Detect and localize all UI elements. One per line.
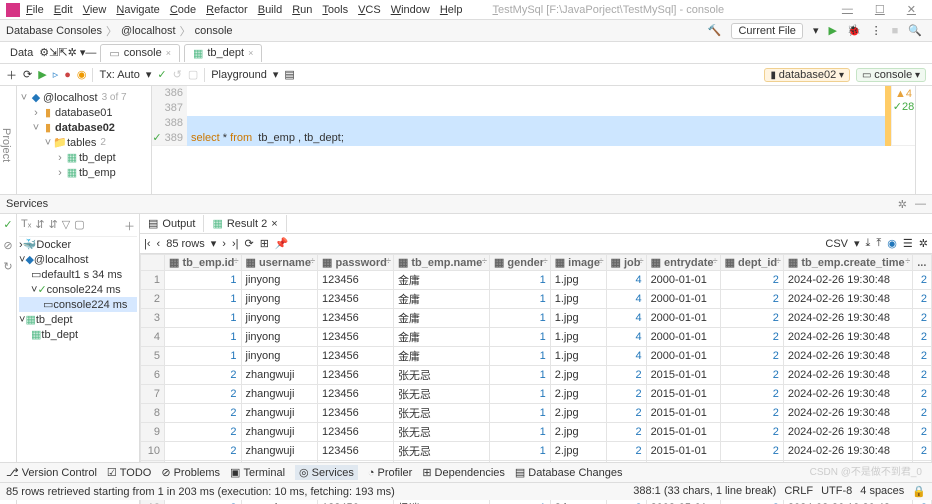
rowcount: 85 rows (166, 238, 205, 250)
services-tool[interactable]: ◎ Services (295, 465, 358, 480)
menu-view[interactable]: View (83, 4, 107, 16)
problems-tool[interactable]: ⊘ Problems (161, 466, 220, 479)
next-icon[interactable]: › (222, 238, 226, 250)
services-title: Services (6, 198, 48, 210)
svc-hide-icon[interactable]: — (915, 198, 926, 211)
menu-navigate[interactable]: Navigate (116, 4, 159, 16)
filter-icon[interactable]: ⚙ (39, 46, 49, 59)
svc-refresh-icon[interactable]: ↻ (3, 260, 12, 273)
encoding[interactable]: UTF-8 (821, 485, 852, 498)
menu-help[interactable]: Help (440, 4, 463, 16)
maximize-icon[interactable]: ☐ (875, 3, 885, 16)
data-label: Data (4, 45, 39, 61)
svc-settings-icon[interactable]: ✲ (898, 198, 907, 211)
breadcrumb-a[interactable]: Database Consoles (6, 25, 102, 37)
docker-node[interactable]: Docker (36, 239, 71, 251)
last-icon[interactable]: ›| (232, 238, 239, 250)
console-result[interactable]: console (53, 299, 91, 311)
dbchanges-tool[interactable]: ▤ Database Changes (515, 466, 623, 479)
menu-run[interactable]: Run (292, 4, 312, 16)
todo-tool[interactable]: ☑ TODO (107, 466, 151, 479)
watermark: CSDN @不是做不到君_0 (810, 463, 922, 478)
breadcrumb-c[interactable]: console (195, 25, 233, 37)
vc-tool[interactable]: ⎇ Version Control (6, 466, 97, 479)
inspect-ok[interactable]: ✓28 (892, 100, 915, 113)
step-icon[interactable]: ▹ (53, 68, 59, 81)
indent[interactable]: 4 spaces (860, 485, 904, 498)
expand-icon[interactable]: ⇲ (49, 46, 58, 59)
tab-tbdept[interactable]: ▦tb_dept× (184, 44, 262, 62)
play-icon[interactable]: ▶ (38, 68, 46, 81)
gear-icon[interactable]: ✲ ▾ (68, 46, 86, 59)
csv-label[interactable]: CSV (825, 238, 848, 250)
add-icon[interactable]: ＋ (6, 67, 17, 83)
close-icon[interactable]: ✕ (907, 3, 916, 16)
tx-mode[interactable]: Tx: Auto (99, 69, 139, 81)
lineend[interactable]: CRLF (784, 485, 813, 498)
database-tree[interactable]: ˅◆@localhost3 of 7 ›▮database01 ˅▮databa… (17, 86, 152, 194)
search-icon[interactable]: 🔍 (908, 24, 922, 37)
run-config[interactable]: Current File (731, 23, 802, 39)
rollback-icon[interactable]: ↺ (173, 68, 182, 81)
columns-icon[interactable]: ☰ (903, 237, 913, 250)
menu-refactor[interactable]: Refactor (206, 4, 248, 16)
sql-editor[interactable]: select * from tb_emp , tb_dept; (187, 86, 891, 145)
collapse-icon[interactable]: ⇱ (58, 46, 67, 59)
deps-tool[interactable]: ⊞ Dependencies (422, 466, 505, 479)
menu-code[interactable]: Code (170, 4, 196, 16)
tab-console[interactable]: ▭console× (100, 44, 180, 62)
minimize-icon[interactable]: — (842, 3, 853, 16)
status-msg: 85 rows retrieved starting from 1 in 203… (6, 486, 395, 498)
first-icon[interactable]: |‹ (144, 238, 151, 250)
addrow-icon[interactable]: ⊞ (260, 237, 269, 250)
lock-icon[interactable]: 🔒 (912, 485, 926, 498)
caret-pos[interactable]: 388:1 (33 chars, 1 line break) (633, 485, 776, 498)
menu-vcs[interactable]: VCS (358, 4, 381, 16)
build-icon[interactable]: 🔨 (708, 24, 722, 37)
svc-ok-icon[interactable]: ✓ (3, 218, 12, 231)
menu-build[interactable]: Build (258, 4, 282, 16)
menu-file[interactable]: File (26, 4, 44, 16)
result-tab[interactable]: ▦Result 2× (204, 215, 286, 232)
import-icon[interactable]: ⤒ (876, 237, 881, 250)
menu-tools[interactable]: Tools (322, 4, 348, 16)
refresh-icon[interactable]: ⟳ (23, 68, 32, 81)
project-tool[interactable]: Project (0, 128, 12, 162)
more-icon[interactable]: ⋮ (871, 24, 882, 37)
schema-chip[interactable]: ▮ database02 ▾ (764, 68, 850, 82)
gutter: 386387388✓ 389 (152, 86, 187, 145)
inspect-warn[interactable]: ▲4 (892, 88, 915, 100)
terminal-tool[interactable]: ▣ Terminal (230, 466, 285, 479)
svc-cancel-icon[interactable]: ⊘ (3, 239, 12, 252)
playground[interactable]: Playground (211, 69, 267, 81)
cancel-icon[interactable]: ▢ (188, 68, 198, 81)
settings-icon[interactable]: ▤ (284, 68, 294, 81)
window-title: TestMySql [F:\JavaPorject\TestMySql] - c… (492, 4, 724, 16)
app-logo (6, 3, 20, 17)
res-settings-icon[interactable]: ✲ (919, 237, 928, 250)
stop-run-icon[interactable]: ● (64, 69, 71, 81)
breadcrumb-b[interactable]: @localhost (121, 25, 176, 37)
export-icon[interactable]: ⤓ (866, 237, 871, 250)
session-chip[interactable]: ▭ console ▾ (856, 68, 926, 82)
host-node[interactable]: @localhost (34, 254, 89, 266)
stop-icon[interactable]: ■ (892, 25, 899, 37)
explain-icon[interactable]: ◉ (77, 68, 87, 81)
run-icon[interactable]: ▶ (828, 24, 836, 37)
menu-window[interactable]: Window (391, 4, 430, 16)
reload-icon[interactable]: ⟳ (244, 237, 253, 250)
menu-edit[interactable]: Edit (54, 4, 73, 16)
commit-icon[interactable]: ✓ (157, 68, 166, 81)
tx-icon[interactable]: Tₓ (21, 218, 31, 234)
pin-icon[interactable]: 📌 (275, 237, 289, 250)
prev-icon[interactable]: ‹ (157, 238, 161, 250)
output-tab[interactable]: ▤Output (140, 215, 204, 232)
profiler-tool[interactable]: ◔ Profiler (368, 467, 413, 479)
debug-icon[interactable]: 🐞 (847, 24, 861, 37)
view-icon[interactable]: ◉ (887, 237, 897, 250)
hide-icon[interactable]: — (85, 47, 96, 59)
